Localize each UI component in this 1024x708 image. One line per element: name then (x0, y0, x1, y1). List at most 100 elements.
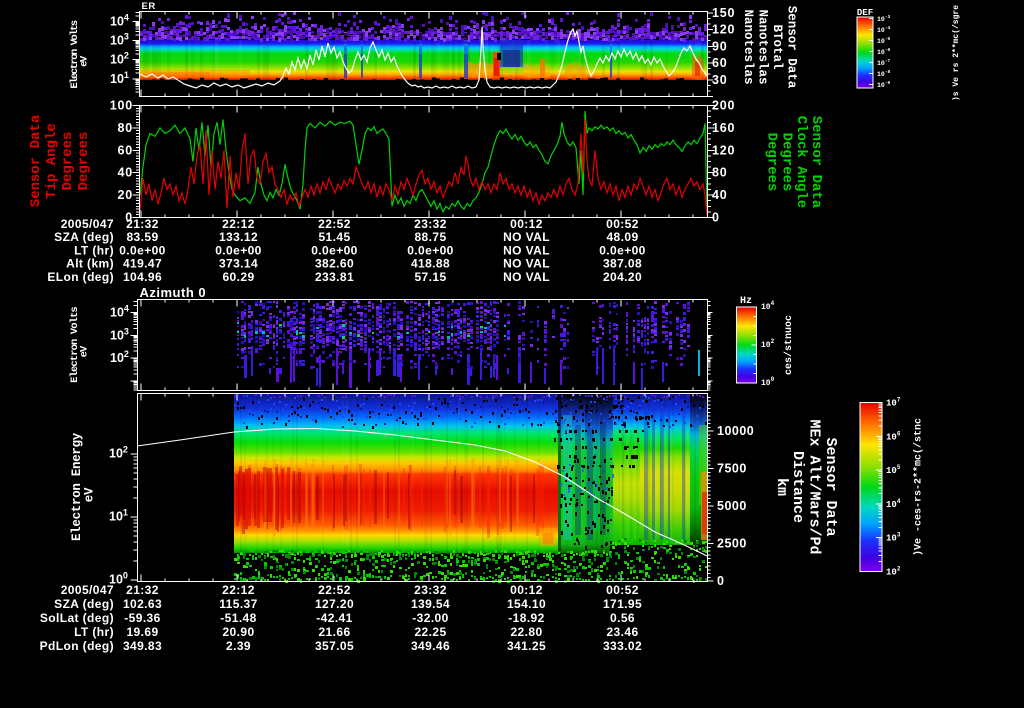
svg-text:19.69: 19.69 (126, 625, 158, 639)
svg-text:-32.00: -32.00 (412, 611, 448, 625)
svg-text:00:52: 00:52 (606, 217, 639, 231)
svg-text:22:12: 22:12 (222, 583, 255, 597)
svg-text:382.60: 382.60 (315, 257, 354, 271)
svg-text:DEF: DEF (857, 8, 873, 18)
svg-text:104.96: 104.96 (123, 270, 162, 284)
svg-text:Degrees: Degrees (778, 133, 794, 192)
svg-text:419.47: 419.47 (123, 257, 162, 271)
svg-text:22:12: 22:12 (222, 217, 255, 231)
svg-text:22.80: 22.80 (510, 625, 542, 639)
svg-text:21.66: 21.66 (318, 625, 350, 639)
svg-text:-51.48: -51.48 (220, 611, 256, 625)
svg-text:2005/047: 2005/047 (61, 217, 114, 231)
svg-text:171.95: 171.95 (603, 597, 642, 611)
svg-text:00:12: 00:12 (510, 217, 543, 231)
svg-text:204.20: 204.20 (603, 270, 642, 284)
svg-text:139.54: 139.54 (411, 597, 450, 611)
svg-text:-42.41: -42.41 (316, 611, 352, 625)
svg-text:40: 40 (117, 166, 133, 180)
svg-text:0: 0 (717, 574, 724, 588)
svg-text:Sensor Data: Sensor Data (784, 6, 798, 89)
svg-text:387.08: 387.08 (603, 257, 642, 271)
svg-text:51.45: 51.45 (318, 230, 350, 244)
svg-text:60.29: 60.29 (222, 270, 254, 284)
svg-text:eV: eV (83, 487, 97, 502)
svg-text:23:32: 23:32 (414, 217, 447, 231)
svg-text:NO VAL: NO VAL (503, 270, 550, 284)
svg-text:0.0e+00: 0.0e+00 (407, 243, 454, 257)
svg-text:Nanoteslas: Nanoteslas (741, 9, 755, 84)
svg-text:MEx Alt/Mars/Pd: MEx Alt/Mars/Pd (806, 419, 823, 554)
svg-text:NO VAL: NO VAL (503, 230, 550, 244)
svg-text:57.15: 57.15 (414, 270, 446, 284)
svg-text:341.25: 341.25 (507, 639, 546, 653)
svg-text:BTotal: BTotal (770, 24, 784, 69)
svg-text:83.59: 83.59 (126, 230, 158, 244)
svg-text:NO VAL: NO VAL (503, 257, 550, 271)
svg-text:Degrees: Degrees (76, 132, 92, 191)
svg-text:88.75: 88.75 (414, 230, 446, 244)
svg-text:Azimuth 0: Azimuth 0 (140, 285, 207, 300)
svg-text:)s Ve rs 2**mc(/sgre: )s Ve rs 2**mc(/sgre (952, 5, 961, 101)
svg-text:00:12: 00:12 (510, 583, 543, 597)
svg-text:23.46: 23.46 (606, 625, 638, 639)
svg-text:ER: ER (142, 1, 156, 12)
svg-text:418.88: 418.88 (411, 257, 450, 271)
svg-text:Sensor Data: Sensor Data (28, 114, 44, 207)
svg-text:373.14: 373.14 (219, 257, 258, 271)
svg-text:0.0e+00: 0.0e+00 (215, 243, 262, 257)
svg-text:102.63: 102.63 (123, 597, 162, 611)
svg-text:Nanoteslas: Nanoteslas (756, 9, 770, 84)
svg-text:127.20: 127.20 (315, 597, 354, 611)
svg-text:SZA (deg): SZA (deg) (54, 597, 114, 611)
svg-text:km: km (773, 478, 790, 496)
svg-text:160: 160 (712, 121, 735, 135)
svg-text:eV: eV (79, 345, 91, 357)
svg-text:SZA (deg): SZA (deg) (54, 230, 114, 244)
svg-text:LT (hr): LT (hr) (74, 243, 114, 257)
svg-text:48.09: 48.09 (606, 230, 638, 244)
svg-text:0: 0 (712, 211, 720, 225)
svg-text:23:32: 23:32 (414, 583, 447, 597)
svg-text:LT (hr): LT (hr) (74, 625, 114, 639)
svg-text:ELon (deg): ELon (deg) (47, 270, 114, 284)
svg-text:60: 60 (117, 143, 133, 157)
svg-text:349.46: 349.46 (411, 639, 450, 653)
svg-text:Sensor Data: Sensor Data (822, 437, 839, 536)
svg-text:SolLat (deg): SolLat (deg) (40, 611, 114, 625)
svg-text:20.90: 20.90 (222, 625, 254, 639)
svg-text:00:52: 00:52 (606, 583, 639, 597)
svg-text:Distance: Distance (789, 451, 806, 523)
svg-text:0.0e+00: 0.0e+00 (599, 243, 646, 257)
svg-text:Hz: Hz (740, 296, 752, 307)
svg-text:10000: 10000 (717, 424, 754, 438)
svg-text:233.81: 233.81 (315, 270, 354, 284)
svg-text:0.0e+00: 0.0e+00 (311, 243, 358, 257)
svg-text:PdLon (deg): PdLon (deg) (40, 639, 114, 653)
svg-text:ces/stnuoc: ces/stnuoc (783, 315, 795, 375)
svg-text:2.39: 2.39 (226, 639, 251, 653)
svg-text:120: 120 (712, 143, 735, 157)
svg-text:21:32: 21:32 (126, 583, 159, 597)
svg-text:357.05: 357.05 (315, 639, 354, 653)
svg-text:80: 80 (712, 166, 728, 180)
svg-text:22.25: 22.25 (414, 625, 446, 639)
svg-text:Degrees: Degrees (764, 133, 780, 192)
svg-text:Electron Volts: Electron Volts (69, 307, 81, 383)
svg-text:Electron Energy: Electron Energy (70, 432, 84, 541)
svg-text:-18.92: -18.92 (508, 611, 544, 625)
svg-text:)Ve -ces-rs-2**mc(/stnc: )Ve -ces-rs-2**mc(/stnc (913, 418, 925, 556)
svg-text:133.12: 133.12 (219, 230, 258, 244)
svg-text:Degrees: Degrees (60, 132, 76, 191)
svg-text:115.37: 115.37 (219, 597, 257, 611)
svg-text:0.0e+00: 0.0e+00 (119, 243, 166, 257)
svg-text:2005/047: 2005/047 (61, 583, 114, 597)
svg-text:Alt (km): Alt (km) (66, 257, 114, 271)
svg-text:200: 200 (712, 99, 735, 113)
svg-text:Tip Angle: Tip Angle (44, 123, 60, 199)
svg-text:NO VAL: NO VAL (503, 243, 550, 257)
svg-text:150: 150 (712, 6, 735, 20)
svg-text:90: 90 (712, 39, 728, 53)
svg-text:100: 100 (110, 99, 133, 113)
svg-text:60: 60 (712, 56, 728, 70)
